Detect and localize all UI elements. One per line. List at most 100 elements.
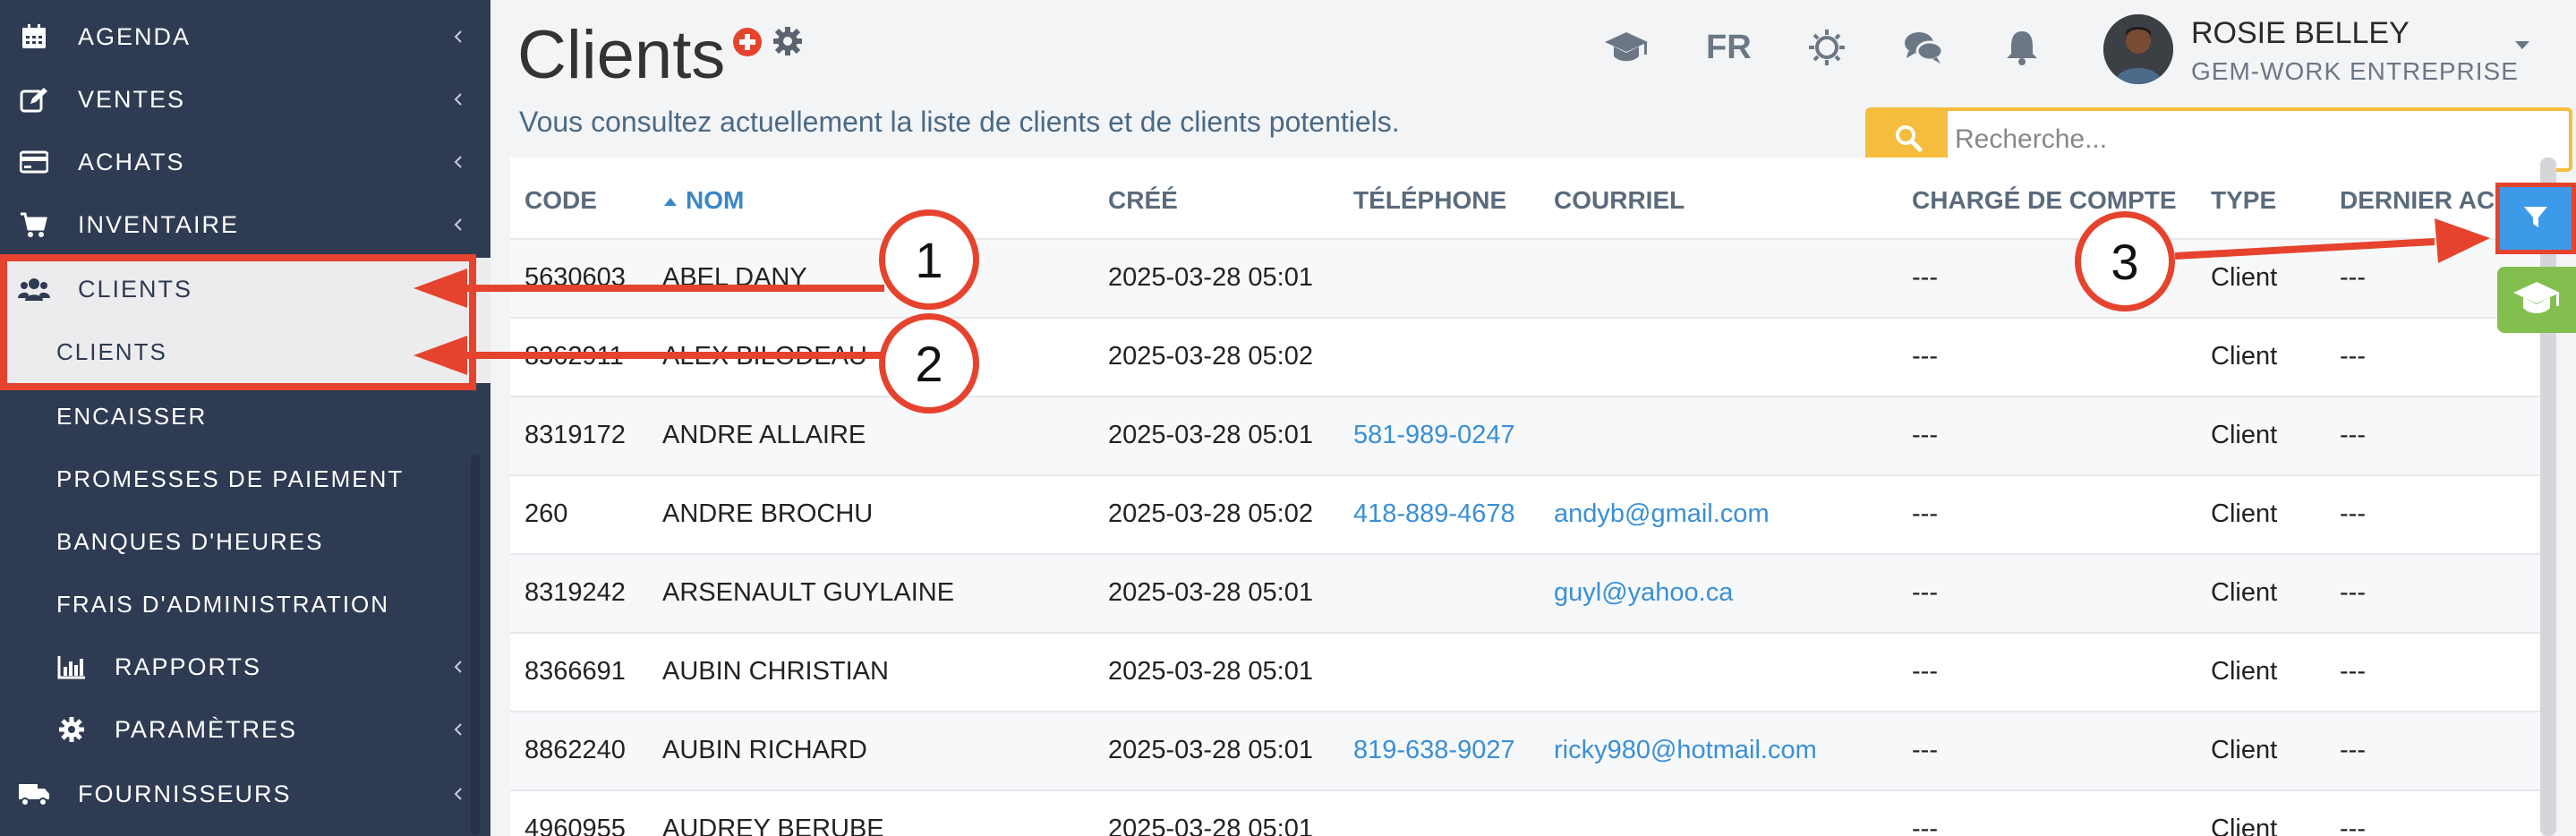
table-cell: --- — [2340, 342, 2366, 371]
chat-icon[interactable] — [1901, 27, 1946, 68]
language-button[interactable]: FR — [1706, 29, 1752, 67]
table-cell: Client — [2211, 815, 2278, 836]
table-cell: 4960955 — [525, 815, 626, 836]
table-cell: 2025-03-28 05:01 — [1108, 578, 1313, 607]
table-cell: --- — [1912, 815, 1938, 836]
chevron-left-icon — [451, 787, 465, 801]
column-header[interactable]: COURRIEL — [1554, 186, 1685, 215]
sidebar-item-label: ENCAISSER — [56, 402, 208, 430]
table-scrollbar[interactable] — [2540, 158, 2556, 836]
sidebar-item-fournisseurs[interactable]: FOURNISSEURS — [0, 763, 490, 825]
clients-table: CODE NOM CRÉÉ TÉLÉPHONE COURRIEL CHARGÉ DE CO… — [510, 158, 2546, 836]
table-cell: Client — [2211, 657, 2278, 686]
table-row[interactable]: 8319242 ARSENAULT GUYLAINE 2025-03-28 05:0… — [510, 553, 2542, 632]
sidebar-item-label: PROMESSES DE PAIEMENT — [56, 465, 405, 492]
column-header-label: NOM — [686, 186, 745, 214]
table-cell: ANDRE ALLAIRE — [662, 421, 866, 449]
table-cell[interactable]: 581-989-0247 — [1353, 421, 1515, 450]
column-header[interactable]: NOM — [662, 186, 744, 215]
sidebar-scrollbar[interactable] — [471, 455, 480, 836]
table-cell: --- — [2340, 263, 2366, 292]
page-title: Clients — [517, 17, 726, 93]
credit-card-icon — [18, 146, 50, 178]
sidebar-item-label: FRAIS D'ADMINISTRATION — [56, 590, 390, 618]
settings-gear-icon[interactable] — [772, 25, 804, 57]
calendar-icon — [18, 21, 50, 53]
sidebar: AGENDA VENTES ACHATS INVENTAIRE CLIENTS … — [0, 0, 490, 836]
sidebar-subitem-banques[interactable]: BANQUES D'HEURES — [0, 510, 490, 573]
annotation-callout-3: 3 — [2075, 211, 2175, 311]
sidebar-item-label: FOURNISSEURS — [78, 780, 292, 807]
table-row[interactable]: 8366691 AUBIN CHRISTIAN 2025-03-28 05:01 --… — [510, 632, 2542, 711]
bar-chart-icon — [55, 651, 88, 683]
sidebar-item-label: RAPPORTS — [115, 653, 262, 680]
table-cell[interactable]: ricky980@hotmail.com — [1554, 736, 1817, 765]
filter-button[interactable] — [2495, 183, 2576, 254]
gear-icon — [55, 713, 88, 746]
table-cell[interactable]: 819-638-9027 — [1353, 736, 1515, 765]
sidebar-item-ventes[interactable]: VENTES — [0, 68, 490, 131]
table-cell: 2025-03-28 05:01 — [1108, 815, 1313, 836]
table-row[interactable]: 8319172 ANDRE ALLAIRE 2025-03-28 05:01 581-… — [510, 396, 2542, 474]
table-cell: ABEL DANY — [662, 263, 807, 292]
column-header[interactable]: CHARGÉ DE COMPTE — [1912, 186, 2177, 215]
bell-icon[interactable] — [2000, 27, 2044, 68]
table-cell: --- — [2340, 657, 2366, 686]
table-cell[interactable]: guyl@yahoo.ca — [1554, 578, 1733, 608]
sidebar-subitem-parametres[interactable]: PARAMÈTRES — [0, 698, 490, 761]
caret-down-icon[interactable] — [2512, 36, 2533, 54]
table-cell: --- — [1912, 499, 1938, 528]
graduation-cap-icon — [2512, 279, 2562, 321]
edit-icon — [18, 83, 50, 115]
avatar[interactable] — [2103, 14, 2173, 84]
add-client-icon[interactable] — [732, 27, 763, 57]
table-cell: AUBIN RICHARD — [662, 736, 867, 764]
sidebar-item-achats[interactable]: ACHATS — [0, 131, 490, 193]
table-row[interactable]: 8862240 AUBIN RICHARD 2025-03-28 05:01 819-… — [510, 711, 2542, 789]
chevron-left-icon — [451, 30, 465, 44]
table-cell: --- — [1912, 657, 1938, 686]
table-cell: 2025-03-28 05:02 — [1108, 499, 1313, 528]
table-cell: 2025-03-28 05:02 — [1108, 342, 1313, 371]
sidebar-subitem-encaisser[interactable]: ENCAISSER — [0, 385, 490, 448]
sidebar-subitem-promesses[interactable]: PROMESSES DE PAIEMENT — [0, 448, 490, 510]
table-row[interactable]: 4960955 AUDREY BERUBE 2025-03-28 05:01 --- C… — [510, 789, 2542, 836]
user-name[interactable]: ROSIE BELLEY — [2191, 16, 2410, 51]
table-cell: Client — [2211, 263, 2278, 292]
table-cell: AUBIN CHRISTIAN — [662, 657, 889, 686]
sidebar-item-agenda[interactable]: AGENDA — [0, 5, 490, 68]
table-row[interactable]: 260 ANDRE BROCHU 2025-03-28 05:02 418-889-4… — [510, 474, 2542, 553]
table-cell[interactable]: andyb@gmail.com — [1554, 499, 1770, 529]
table-cell: --- — [2340, 499, 2366, 528]
table-cell: ARSENAULT GUYLAINE — [662, 578, 955, 607]
table-cell[interactable]: 418-889-4678 — [1353, 499, 1515, 529]
table-cell: --- — [2340, 421, 2366, 449]
table-row[interactable]: 5630603 ABEL DANY 2025-03-28 05:01 --- Clien… — [510, 238, 2542, 317]
sidebar-item-label: INVENTAIRE — [78, 210, 240, 238]
table-row[interactable]: 8362911 ALEX BILODEAU 2025-03-28 05:02 --- C… — [510, 317, 2542, 396]
sidebar-item-inventaire[interactable]: INVENTAIRE — [0, 193, 490, 256]
column-header[interactable]: TYPE — [2211, 186, 2276, 215]
table-cell: 8862240 — [525, 736, 626, 764]
graduation-cap-icon[interactable] — [1604, 27, 1649, 68]
tutorial-button[interactable] — [2497, 267, 2576, 333]
table-cell: AUDREY BERUBE — [662, 815, 884, 836]
brightness-icon[interactable] — [1804, 27, 1849, 68]
sidebar-subitem-rapports[interactable]: RAPPORTS — [0, 636, 490, 698]
sidebar-subitem-frais[interactable]: FRAIS D'ADMINISTRATION — [0, 573, 490, 636]
sidebar-item-label: ACHATS — [78, 148, 185, 175]
chevron-left-icon — [451, 660, 465, 674]
column-header[interactable]: CRÉÉ — [1108, 186, 1178, 215]
table-cell: --- — [1912, 342, 1938, 371]
chevron-left-icon — [451, 155, 465, 169]
sort-asc-icon — [662, 186, 686, 214]
table-cell: 2025-03-28 05:01 — [1108, 657, 1313, 686]
column-header[interactable]: TÉLÉPHONE — [1353, 186, 1506, 215]
table-cell: ANDRE BROCHU — [662, 499, 874, 528]
table-cell: 8319172 — [525, 421, 626, 449]
table-cell: Client — [2211, 736, 2278, 764]
column-header-label: CHARGÉ DE COMPTE — [1912, 186, 2177, 214]
table-cell: 8319242 — [525, 578, 626, 607]
table-cell: Client — [2211, 578, 2278, 607]
column-header[interactable]: CODE — [525, 186, 597, 215]
